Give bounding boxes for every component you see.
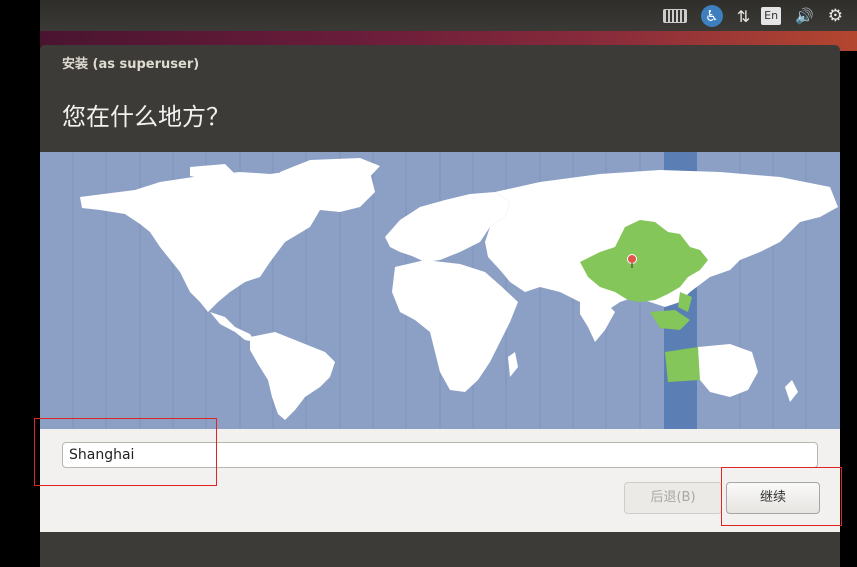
content-area: 后退(B) 继续 — [40, 152, 840, 532]
system-gear-icon[interactable]: ⚙ — [828, 5, 843, 27]
top-panel: ♿ ⇅ En 🔊 ⚙ — [40, 0, 857, 31]
bottom-bar — [40, 532, 840, 567]
volume-icon[interactable]: 🔊 — [795, 5, 814, 27]
back-button[interactable]: 后退(B) — [624, 482, 722, 514]
continue-button[interactable]: 继续 — [726, 482, 820, 514]
language-icon[interactable]: En — [761, 7, 782, 25]
accessibility-icon[interactable]: ♿ — [700, 5, 723, 27]
location-input[interactable] — [62, 442, 818, 468]
world-map-svg[interactable] — [40, 152, 840, 429]
network-icon[interactable]: ⇅ — [737, 5, 751, 27]
keyboard-icon[interactable] — [662, 5, 687, 27]
window-title: 安装 (as superuser) — [62, 57, 200, 72]
indicator-area: ♿ ⇅ En 🔊 ⚙ — [662, 5, 843, 27]
australia-west — [665, 347, 700, 382]
timezone-map[interactable] — [40, 152, 840, 429]
installer-window: 安装 (as superuser) 您在什么地方？ Shanghai 后退(B)… — [40, 45, 840, 567]
page-title: 您在什么地方？ — [62, 103, 230, 131]
